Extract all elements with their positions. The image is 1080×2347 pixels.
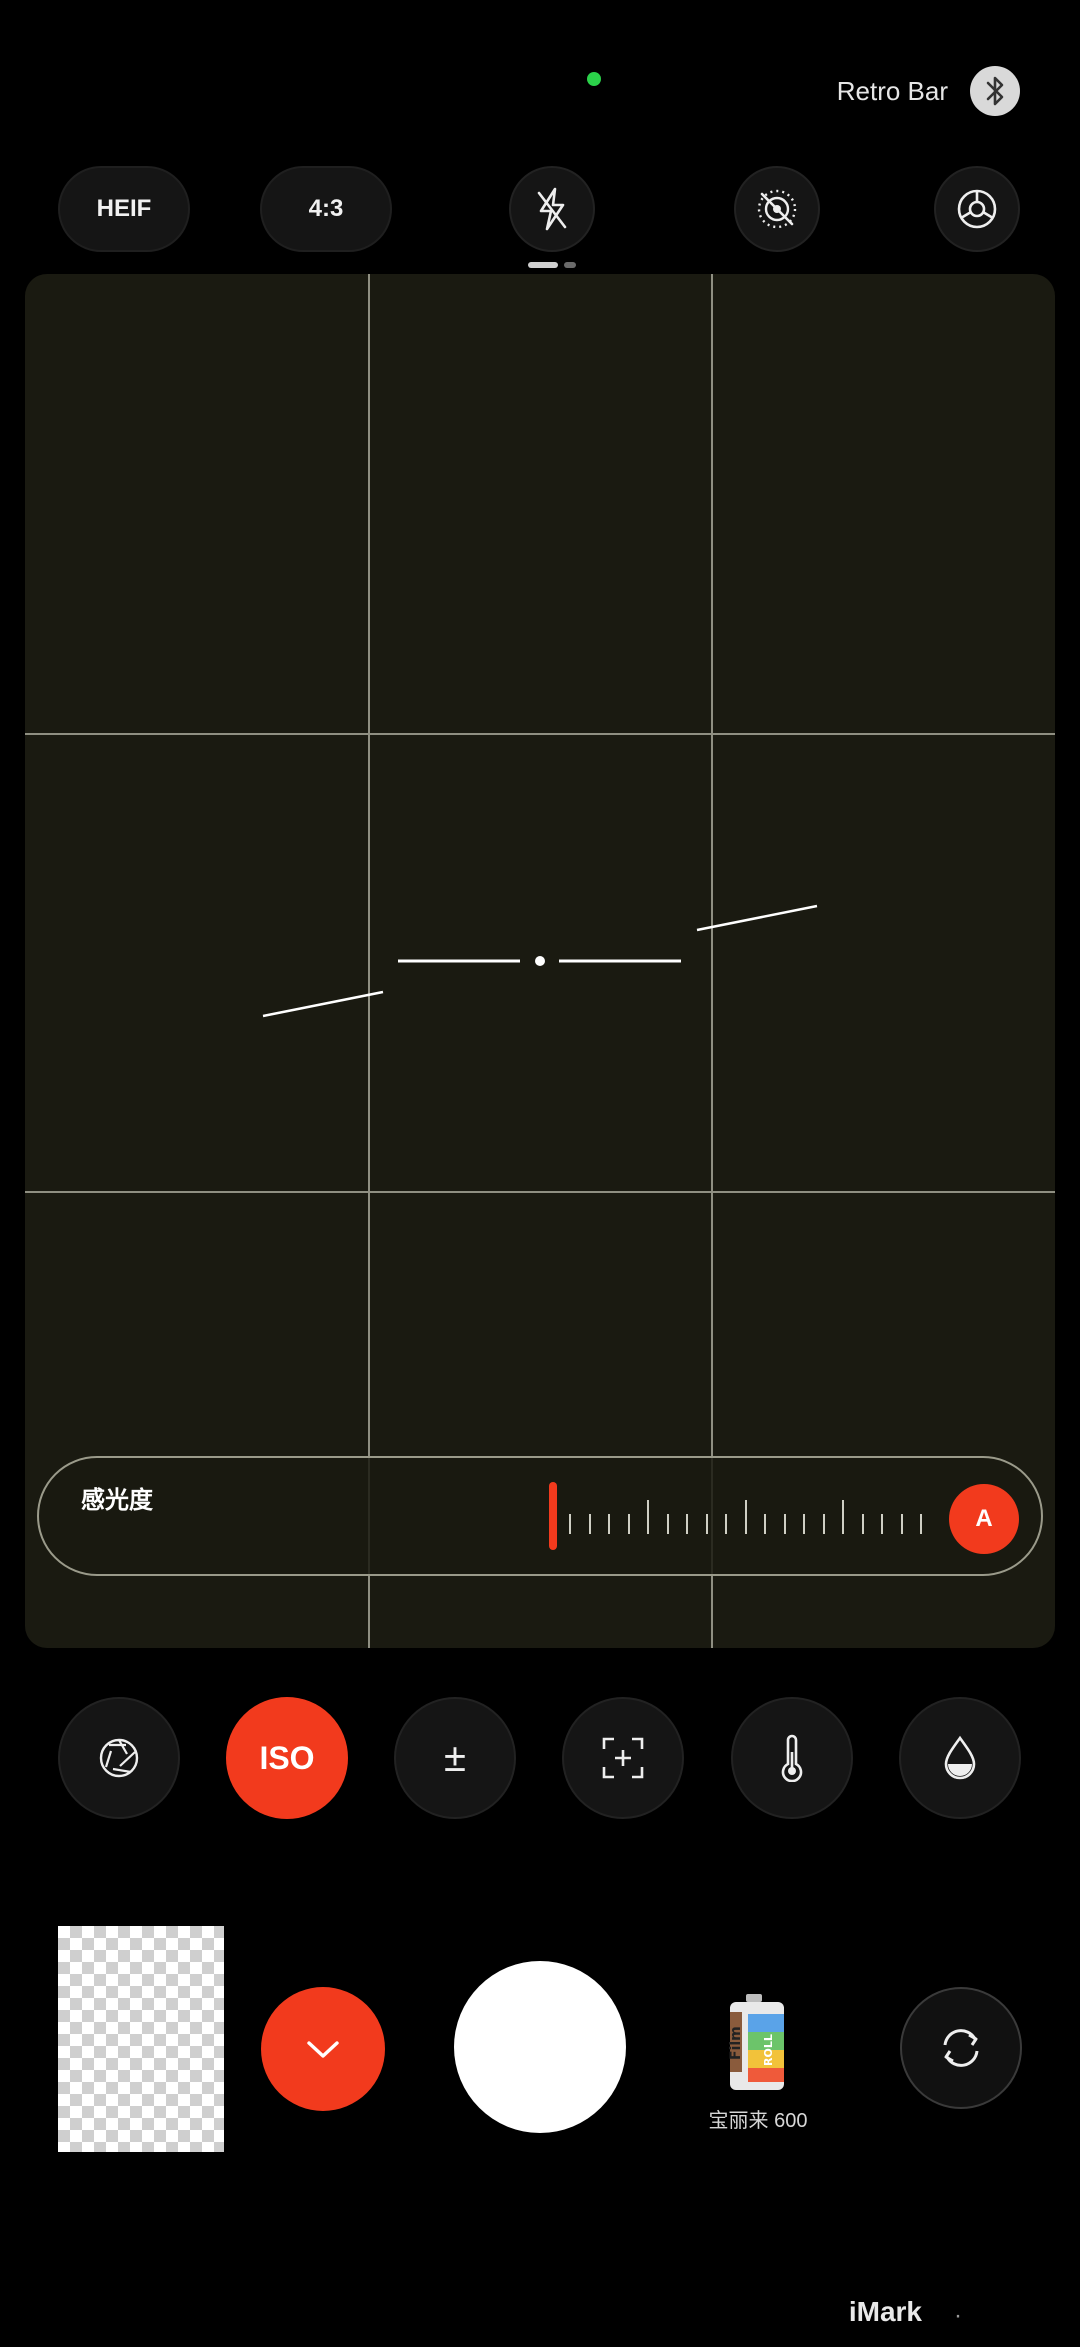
iso-slider-label: 感光度 (81, 1487, 153, 1514)
flash-button[interactable] (509, 166, 595, 252)
flip-camera-icon (943, 2029, 979, 2067)
privacy-indicator-dot (587, 72, 601, 86)
iso-slider-tick (588, 1514, 591, 1534)
viewfinder[interactable]: 感光度 A (25, 274, 1055, 1648)
iso-slider-tick (666, 1514, 669, 1534)
live-off-icon (757, 189, 797, 229)
watermark-brand: iMark (848, 2296, 922, 2327)
iso-slider-tick (822, 1514, 825, 1534)
iso-auto-button[interactable]: A (949, 1484, 1019, 1554)
format-button[interactable]: HEIF (58, 166, 190, 252)
iso-slider-tick (803, 1514, 805, 1534)
watermark-separator: · (954, 2302, 962, 2329)
iso-slider-tick (764, 1514, 766, 1534)
iso-slider-tick (744, 1500, 747, 1534)
live-photo-button[interactable] (734, 166, 820, 252)
exposure-label: ± (444, 1735, 466, 1780)
iso-slider-thumb[interactable] (549, 1482, 557, 1550)
aspect-ratio-button[interactable]: 4:3 (260, 166, 392, 252)
bluetooth-icon[interactable] (970, 66, 1020, 116)
focus-button[interactable] (562, 1697, 684, 1819)
aspect-ratio-label: 4:3 (308, 195, 344, 222)
thermometer-icon (781, 1734, 803, 1782)
settings-button[interactable] (934, 166, 1020, 252)
film-icon-text: Film (728, 2026, 744, 2060)
exposure-button[interactable]: ± (394, 1697, 516, 1819)
film-roll-icon: Film ROLL (728, 1994, 784, 2090)
bluetooth-device-label: Retro Bar (836, 76, 948, 106)
white-balance-button[interactable] (731, 1697, 853, 1819)
collapse-button[interactable] (261, 1987, 385, 2111)
flip-camera-button[interactable] (900, 1987, 1022, 2109)
page-indicator (564, 262, 576, 268)
iso-slider-tick (861, 1514, 864, 1534)
film-icon-subtext: ROLL (762, 2034, 775, 2066)
format-label: HEIF (96, 195, 152, 222)
iso-mode-button[interactable]: ISO (226, 1697, 348, 1819)
iso-mode-label: ISO (259, 1739, 315, 1776)
iso-slider-tick (608, 1514, 610, 1534)
iso-slider-tick (881, 1514, 883, 1534)
flash-off-icon (537, 187, 567, 231)
iso-slider-tick (842, 1500, 844, 1534)
tint-button[interactable] (899, 1697, 1021, 1819)
iso-slider-tick (705, 1514, 708, 1534)
level-indicator (262, 904, 818, 1018)
iso-slider-tick (627, 1514, 630, 1534)
iso-slider[interactable]: 感光度 A (37, 1456, 1043, 1576)
drop-icon (944, 1735, 976, 1780)
iso-slider-tick (569, 1514, 571, 1534)
iso-slider-tick (647, 1500, 649, 1534)
aperture-icon (99, 1738, 139, 1778)
iso-slider-tick (900, 1514, 903, 1534)
iso-auto-label: A (975, 1505, 993, 1532)
page-indicator-active (528, 262, 558, 268)
last-photo-thumbnail[interactable] (58, 1926, 224, 2152)
shutter-button[interactable] (454, 1961, 626, 2133)
gear-icon (957, 189, 997, 229)
chevron-down-icon (307, 2041, 339, 2058)
iso-slider-ticks (569, 1486, 959, 1546)
iso-slider-tick (920, 1514, 922, 1534)
film-roll-button[interactable]: Film ROLL (722, 1994, 792, 2094)
film-name-label: 宝丽来 600 (708, 2110, 808, 2132)
aperture-button[interactable] (58, 1697, 180, 1819)
iso-slider-tick (783, 1514, 786, 1534)
iso-slider-tick (725, 1514, 727, 1534)
iso-slider-tick (686, 1514, 688, 1534)
focus-icon (602, 1737, 644, 1779)
